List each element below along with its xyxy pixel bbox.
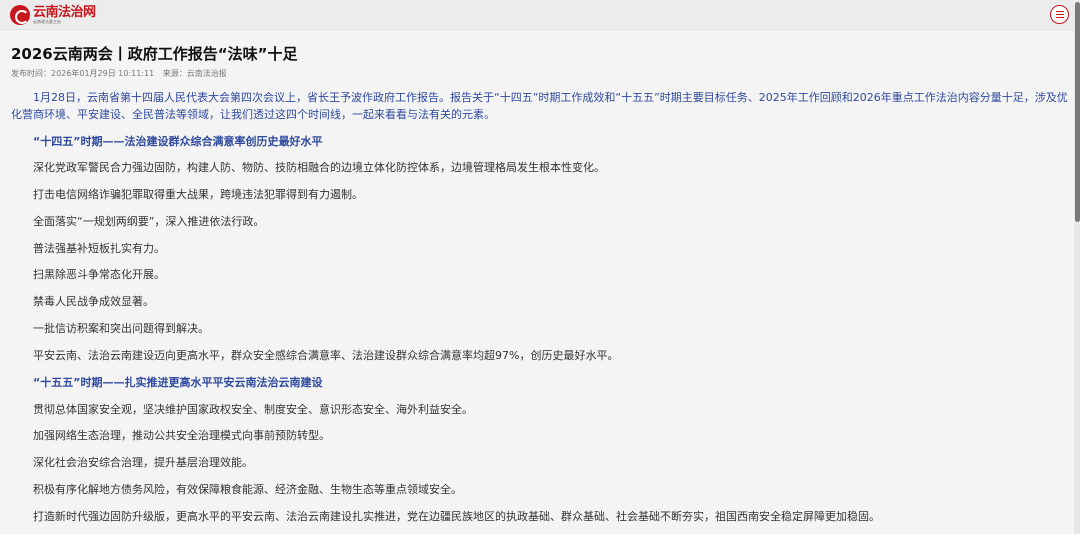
section-heading-15th: “十五五”时期——扎实推进更高水平平安云南法治云南建设 (33, 376, 323, 389)
list-item: 扫黑除恶斗争常态化开展。 (33, 268, 165, 281)
site-logo[interactable]: 云南法治网 云南政法委主办 (10, 4, 96, 26)
list-item: 贯彻总体国家安全观，坚决维护国家政权安全、制度安全、意识形态安全、海外利益安全。 (33, 403, 473, 416)
article: 2026云南两会丨政府工作报告“法味”十足 发布时间：2026年01月29日 1… (11, 44, 1071, 123)
top-bar: 云南法治网 云南政法委主办 (0, 0, 1080, 30)
article-intro: 1月28日，云南省第十四届人民代表大会第四次会议上，省长王予波作政府工作报告。报… (11, 91, 1068, 121)
logo-title: 云南法治网 (33, 5, 96, 20)
list-item: 加强网络生态治理，推动公共安全治理模式向事前预防转型。 (33, 429, 330, 442)
list-item: 深化党政军警民合力强边固防，构建人防、物防、技防相融合的边境立体化防控体系，边境… (33, 161, 605, 174)
list-item: 打造新时代强边固防升级版，更高水平的平安云南、法治云南建设扎实推进，党在边疆民族… (33, 510, 880, 523)
page-title: 2026云南两会丨政府工作报告“法味”十足 (11, 45, 298, 63)
list-item: 打击电信网络诈骗犯罪取得重大战果，跨境违法犯罪得到有力遏制。 (33, 188, 363, 201)
list-item: 全面落实“一规划两纲要”，深入推进依法行政。 (33, 215, 265, 228)
section-heading-14th: “十四五”时期——法治建设群众综合满意率创历史最好水平 (33, 135, 323, 148)
scrollbar[interactable] (1074, 0, 1080, 534)
article-source: 来源：云南法治报 (162, 69, 227, 78)
publish-time: 发布时间：2026年01月29日 10:11:11 (11, 69, 155, 78)
list-item: 禁毒人民战争成效显著。 (33, 295, 154, 308)
scroll-thumb[interactable] (1075, 2, 1080, 222)
list-item: 一批信访积案和突出问题得到解决。 (33, 322, 209, 335)
logo-emblem-icon (10, 5, 30, 25)
list-item: 平安云南、法治云南建设迈向更高水平，群众安全感综合满意率、法治建设群众综合满意率… (33, 349, 619, 362)
list-item: 积极有序化解地方债务风险，有效保障粮食能源、经济金融、生物生态等重点领域安全。 (33, 483, 462, 496)
menu-icon[interactable] (1050, 5, 1069, 24)
logo-subtitle: 云南政法委主办 (33, 19, 61, 24)
list-item: 深化社会治安综合治理，提升基层治理效能。 (33, 456, 253, 469)
article-meta: 发布时间：2026年01月29日 10:11:11 来源：云南法治报 (11, 69, 1071, 79)
list-item: 普法强基补短板扎实有力。 (33, 242, 165, 255)
